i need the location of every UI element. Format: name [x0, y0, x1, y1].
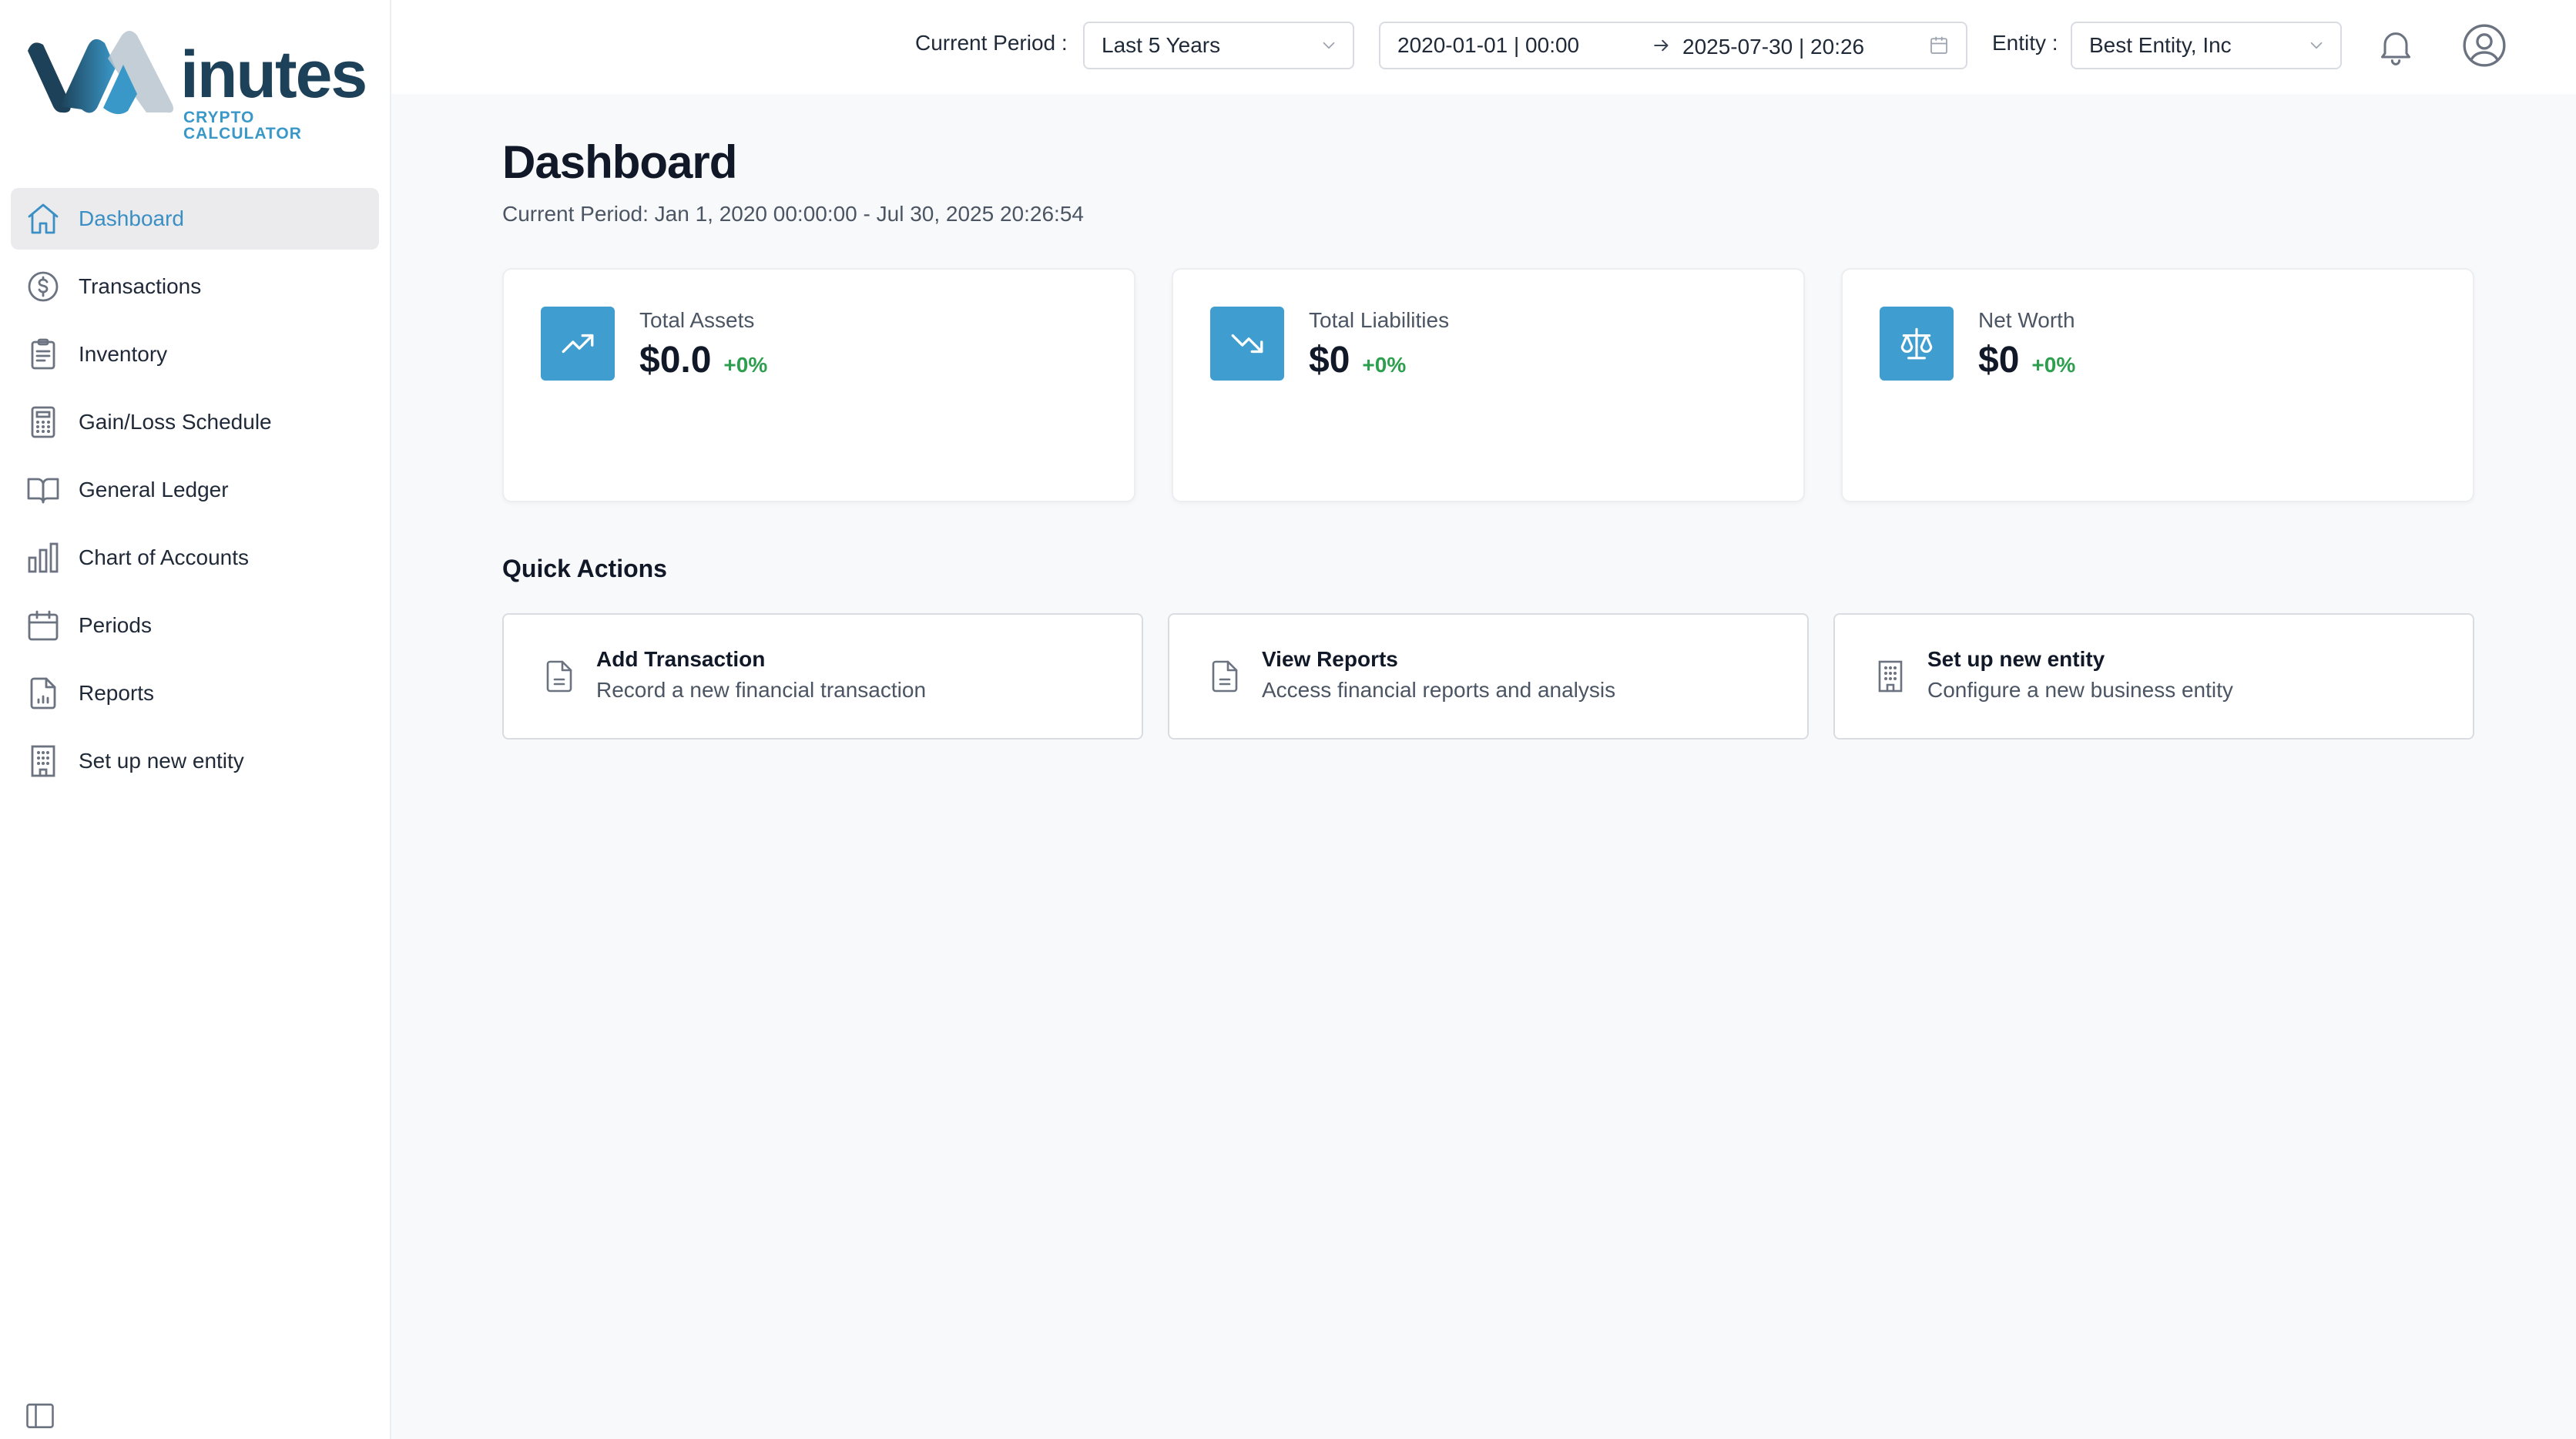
sidebar-toggle-icon: [23, 1399, 57, 1433]
top-bar: Current Period : Last 5 Years 2020-01-01…: [391, 0, 2576, 94]
clipboard-icon: [25, 336, 62, 373]
period-select[interactable]: Last 5 Years: [1083, 22, 1354, 69]
sidebar-item-dashboard[interactable]: Dashboard: [11, 188, 379, 250]
date-start[interactable]: 2020-01-01 | 00:00: [1397, 33, 1579, 58]
page-subtitle: Current Period: Jan 1, 2020 00:00:00 - J…: [502, 202, 1084, 226]
scale-icon: [1880, 307, 1954, 381]
bell-icon: [2374, 25, 2417, 68]
notifications-button[interactable]: [2374, 25, 2417, 68]
chevron-down-icon: [1319, 35, 1339, 55]
quick-action-title: Add Transaction: [596, 647, 766, 671]
stat-card-total-liabilities: Total Liabilities $0 +0%: [1172, 268, 1805, 502]
file-chart-icon: [25, 675, 62, 712]
sidebar-item-label: Reports: [79, 681, 155, 705]
stat-value: $0: [1978, 340, 2020, 381]
stat-label: Total Assets: [639, 308, 755, 332]
stat-change: +0%: [1362, 353, 1407, 377]
calendar-icon: [1927, 34, 1950, 57]
period-label: Current Period :: [915, 31, 1068, 55]
sidebar-item-periods[interactable]: Periods: [11, 595, 379, 656]
period-select-value: Last 5 Years: [1102, 33, 1221, 57]
date-range-picker[interactable]: 2020-01-01 | 00:00 2025-07-30 | 20:26: [1379, 22, 1967, 69]
sidebar-item-set-up-new-entity[interactable]: Set up new entity: [11, 730, 379, 792]
quick-action-set-up-new-entity[interactable]: Set up new entity Configure a new busine…: [1833, 613, 2474, 740]
logo-mark-icon: [28, 31, 173, 115]
calendar-icon: [25, 607, 62, 644]
user-menu-button[interactable]: [2460, 22, 2508, 69]
stat-label: Net Worth: [1978, 308, 2075, 332]
quick-action-add-transaction[interactable]: Add Transaction Record a new financial t…: [502, 613, 1143, 740]
sidebar-item-label: General Ledger: [79, 478, 229, 501]
bar-chart-icon: [25, 539, 62, 576]
stat-change: +0%: [723, 353, 768, 377]
quick-action-title: View Reports: [1262, 647, 1398, 671]
sidebar-item-reports[interactable]: Reports: [11, 662, 379, 724]
sidebar-item-inventory[interactable]: Inventory: [11, 324, 379, 385]
sidebar-item-label: Transactions: [79, 274, 202, 298]
file-icon: [541, 658, 578, 695]
sidebar-nav: Dashboard Transactions Inventory Gain/Lo…: [11, 188, 379, 798]
quick-action-description: Record a new financial transaction: [596, 678, 927, 702]
logo-word: inutes: [180, 38, 367, 112]
book-open-icon: [25, 471, 62, 508]
sidebar-item-label: Set up new entity: [79, 749, 244, 773]
sidebar-toggle-button[interactable]: [23, 1399, 57, 1433]
stat-label: Total Liabilities: [1309, 308, 1450, 332]
app-logo[interactable]: inutes CRYPTO CALCULATOR: [22, 23, 367, 143]
stat-value: $0: [1309, 340, 1350, 381]
quick-action-description: Configure a new business entity: [1927, 678, 2233, 702]
logo-subtitle: CRYPTO CALCULATOR: [183, 109, 302, 143]
sidebar-item-general-ledger[interactable]: General Ledger: [11, 459, 379, 521]
sidebar-item-label: Chart of Accounts: [79, 545, 250, 569]
sidebar-item-label: Gain/Loss Schedule: [79, 410, 272, 434]
sidebar: inutes CRYPTO CALCULATOR Dashboard Trans…: [0, 0, 391, 1439]
sidebar-item-chart-of-accounts[interactable]: Chart of Accounts: [11, 527, 379, 589]
quick-action-title: Set up new entity: [1927, 647, 2105, 671]
stat-card-total-assets: Total Assets $0.0 +0%: [502, 268, 1135, 502]
sidebar-item-transactions[interactable]: Transactions: [11, 256, 379, 317]
trending-up-icon: [541, 307, 615, 381]
user-circle-icon: [2460, 22, 2508, 69]
sidebar-item-gain-loss-schedule[interactable]: Gain/Loss Schedule: [11, 391, 379, 453]
quick-actions-heading: Quick Actions: [502, 555, 667, 582]
arrow-right-icon: [1650, 34, 1673, 57]
date-end[interactable]: 2025-07-30 | 20:26: [1682, 35, 1864, 59]
trending-down-icon: [1210, 307, 1284, 381]
entity-select[interactable]: Best Entity, Inc: [2071, 22, 2342, 69]
sidebar-item-label: Periods: [79, 613, 152, 637]
stat-change: +0%: [2031, 353, 2076, 377]
quick-action-view-reports[interactable]: View Reports Access financial reports an…: [1168, 613, 1809, 740]
chevron-down-icon: [2306, 35, 2326, 55]
stat-card-net-worth: Net Worth $0 +0%: [1841, 268, 2474, 502]
calculator-icon: [25, 404, 62, 441]
sidebar-item-label: Inventory: [79, 342, 168, 366]
entity-select-value: Best Entity, Inc: [2089, 33, 2232, 57]
page-title: Dashboard: [502, 136, 737, 188]
sidebar-item-label: Dashboard: [79, 206, 184, 230]
building-icon: [1872, 658, 1909, 695]
home-icon: [25, 200, 62, 237]
file-icon: [1206, 658, 1243, 695]
dollar-circle-icon: [25, 268, 62, 305]
building-icon: [25, 743, 62, 780]
stat-value: $0.0: [639, 340, 712, 381]
entity-label: Entity :: [1992, 31, 2058, 55]
quick-action-description: Access financial reports and analysis: [1262, 678, 1616, 702]
